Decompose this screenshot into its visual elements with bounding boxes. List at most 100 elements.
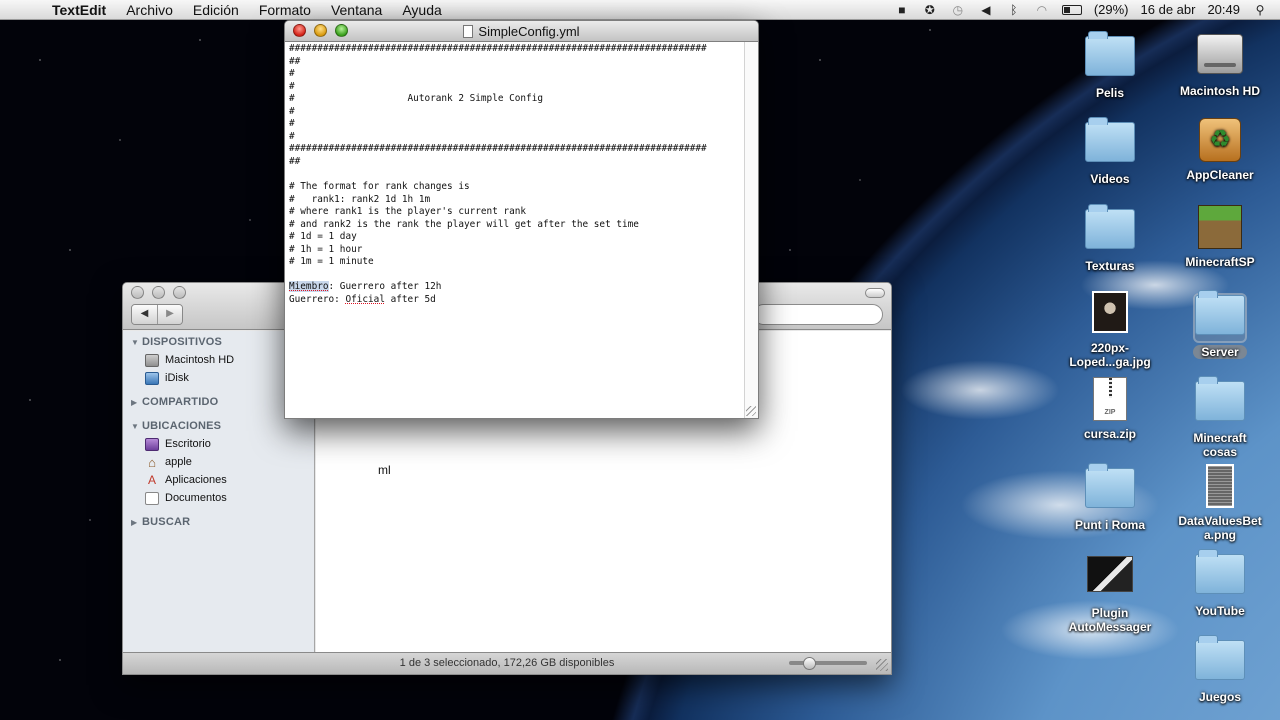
sidebar-section-search[interactable]: ▶ BUSCAR [123,507,314,531]
desktop-icon-texturas[interactable]: Texturas [1058,203,1162,273]
folder-icon [1195,635,1245,680]
config-line: ## [289,55,301,67]
desktop-icon-appcleaner[interactable]: ♻ AppCleaner [1168,116,1272,182]
config-line: # [289,105,295,117]
vertical-scrollbar[interactable] [744,42,758,418]
finder-search-field[interactable] [753,304,883,325]
hard-drive-icon [1197,34,1243,74]
config-line: # 1m = 1 minute [289,256,374,268]
window-title: SimpleConfig.yml [478,24,580,39]
desktop-icon-photo[interactable]: 220px- Loped...ga.jpg [1058,289,1162,369]
minimize-button[interactable] [152,286,165,299]
wallpaper-cloud [900,360,1060,420]
desktop-icon-plugin[interactable]: Plugin AutoMessager [1058,548,1162,634]
menu-extras: ■ ✪ ◷ ◀ ᛒ ◠ (29%) 16 de abr 20:49 ⚲ [894,2,1280,17]
menu-archivo[interactable]: Archivo [116,0,183,20]
resize-grip-icon[interactable] [876,659,888,671]
textedit-window: SimpleConfig.yml #######################… [284,20,759,419]
idisk-icon [145,371,159,385]
minecraft-block-icon [1198,205,1242,249]
resize-grip-icon[interactable] [746,406,756,416]
menu-app-name[interactable]: TextEdit [42,0,116,20]
rank-rule-line: Guerrero: Oficial after 5d [289,293,436,305]
icon-size-slider[interactable] [789,657,867,670]
config-line [289,269,744,282]
menu-ayuda[interactable]: Ayuda [392,0,451,20]
desktop-icon-minecraftsp[interactable]: MinecraftSP [1168,203,1272,269]
sidebar-item-documentos[interactable]: Documentos [123,489,314,507]
sidebar-item-escritorio[interactable]: Escritorio [123,435,314,453]
folder-icon [1085,117,1135,162]
disclosure-closed-icon[interactable]: ▶ [131,518,142,527]
menu-ventana[interactable]: Ventana [321,0,392,20]
misspelled-word[interactable]: Miembro [289,281,329,293]
menu-time[interactable]: 20:49 [1207,2,1240,17]
config-line: ########################################… [289,143,707,155]
disclosure-open-icon[interactable]: ▼ [131,338,142,347]
menu-bar: TextEdit Archivo Edición Formato Ventana… [0,0,1280,20]
battery-icon[interactable] [1061,4,1082,15]
file-name-fragment[interactable]: ml [378,463,391,477]
back-button[interactable]: ◀ [132,305,157,324]
sidebar-item-aplicaciones[interactable]: A Aplicaciones [123,471,314,489]
desktop-icon-youtube[interactable]: YouTube [1168,548,1272,618]
document-text-area[interactable]: ########################################… [289,42,744,418]
spotlight-search-icon[interactable]: ⚲ [1252,3,1268,17]
screen-record-icon[interactable]: ■ [894,3,910,17]
bluetooth-icon[interactable]: ᛒ [1006,3,1022,17]
desktop-icon-juegos[interactable]: Juegos [1168,634,1272,704]
close-button[interactable] [131,286,144,299]
config-line: # [289,68,295,80]
config-line: # [289,118,295,130]
config-line: # rank1: rank2 1d 1h 1m [289,193,431,205]
folder-icon [1085,204,1135,249]
textedit-window-controls [293,24,348,37]
nav-buttons: ◀ ▶ [131,304,183,325]
menu-formato[interactable]: Formato [249,0,321,20]
desktop-icon-datavalues[interactable]: DataValuesBet a.png [1168,462,1272,542]
document-icon[interactable] [463,25,474,38]
battery-percent: (29%) [1093,2,1129,17]
close-button[interactable] [293,24,306,37]
menu-date[interactable]: 16 de abr [1141,2,1196,17]
home-icon: ⌂ [148,454,156,470]
misspelled-word[interactable]: Oficial [345,294,385,305]
config-line: # The format for rank changes is [289,181,470,193]
desktop-icon-zip[interactable]: ZIP cursa.zip [1058,375,1162,441]
zoom-button[interactable] [173,286,186,299]
forward-button[interactable]: ▶ [157,305,182,324]
config-line: # and rank2 is the rank the player will … [289,218,639,230]
sync-icon[interactable]: ✪ [922,3,938,17]
wifi-icon[interactable]: ◠ [1034,3,1050,17]
disclosure-closed-icon[interactable]: ▶ [131,398,142,407]
desktop-icon-punt-roma[interactable]: Punt i Roma [1058,462,1162,532]
plugin-file-icon [1087,556,1133,592]
config-comment-block: ########################################… [289,43,744,281]
desktop-icon-server[interactable]: Server [1168,289,1272,359]
finder-status-bar: 1 de 3 seleccionado, 172,26 GB disponibl… [123,652,891,674]
config-line: # 1d = 1 day [289,231,357,243]
finder-window-controls [131,286,186,299]
config-line: # [289,80,295,92]
time-machine-icon[interactable]: ◷ [950,3,966,17]
minimize-button[interactable] [314,24,327,37]
volume-icon[interactable]: ◀ [978,3,994,17]
menu-edicion[interactable]: Edición [183,0,249,20]
textedit-titlebar[interactable]: SimpleConfig.yml [285,21,758,42]
hard-drive-icon [145,353,159,367]
disclosure-open-icon[interactable]: ▼ [131,422,142,431]
config-line: # 1h = 1 hour [289,243,363,255]
toolbar-toggle-button[interactable] [865,288,885,298]
desktop-icon-videos[interactable]: Videos [1058,116,1162,186]
folder-icon [1195,376,1245,421]
desktop-icon-pelis[interactable]: Pelis [1058,30,1162,100]
desktop-icon-minecraft-cosas[interactable]: Minecraft cosas [1168,375,1272,459]
config-line: # Autorank 2 Simple Config [289,93,543,105]
zoom-button[interactable] [335,24,348,37]
status-text: 1 de 3 seleccionado, 172,26 GB disponibl… [399,657,615,669]
sidebar-item-apple[interactable]: ⌂ apple [123,453,314,471]
desktop-icon-macintosh-hd[interactable]: Macintosh HD [1168,30,1272,98]
rank-rule-line: Miembro: Guerrero after 12h [289,281,442,293]
config-line: # where rank1 is the player's current ra… [289,206,527,218]
folder-icon [1085,463,1135,508]
